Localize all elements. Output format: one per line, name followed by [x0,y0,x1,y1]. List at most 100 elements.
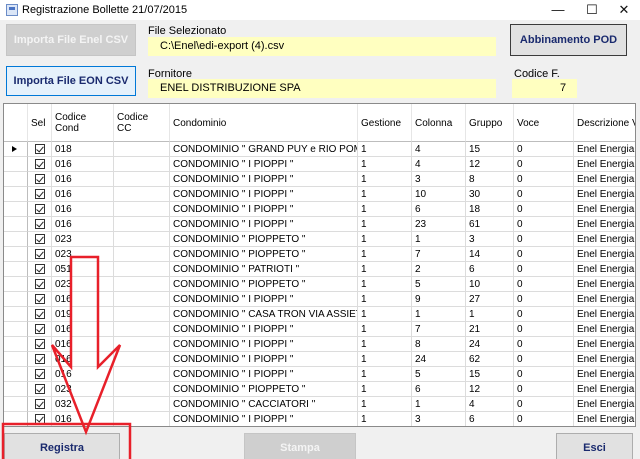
row-header[interactable] [4,142,28,157]
file-field[interactable]: C:\Enel\edi-export (4).csv [148,37,496,56]
close-button[interactable]: ✕ [608,0,640,20]
row-header[interactable] [4,367,28,382]
cell-grp[interactable]: 4 [466,397,514,412]
cell-col[interactable]: 1 [412,232,466,247]
row-header[interactable] [4,412,28,426]
sel-checkbox[interactable] [35,174,45,184]
cell-name[interactable]: CONDOMINIO " PIOPPETO " [170,232,358,247]
table-row[interactable]: 019 CONDOMINIO " CASA TRON VIA ASSIETTA 1… [4,307,635,322]
sel-checkbox[interactable] [35,189,45,199]
cell-col[interactable]: 9 [412,292,466,307]
table-row[interactable]: 016 CONDOMINIO " I PIOPPI " 1 10 30 0 Enel Ene… [4,187,635,202]
cell-grp[interactable]: 15 [466,367,514,382]
cell-voce[interactable]: 0 [514,277,574,292]
cell-voce[interactable]: 0 [514,232,574,247]
column-header-codice-cond[interactable]: Codice Cond [52,104,114,142]
cell-col[interactable]: 3 [412,172,466,187]
table-row[interactable]: 023 CONDOMINIO " PIOPPETO " 1 5 10 0 Enel Ener… [4,277,635,292]
table-row[interactable]: 023 CONDOMINIO " PIOPPETO " 1 7 14 0 Enel Ener… [4,247,635,262]
cell-desc[interactable]: Enel Energia S.p.A [574,397,635,412]
cell-voce[interactable]: 0 [514,187,574,202]
cell-cc[interactable] [114,217,170,232]
cell-grp[interactable]: 12 [466,157,514,172]
sel-cell[interactable] [28,157,52,172]
column-header-condominio[interactable]: Condominio [170,104,358,142]
cell-cond[interactable]: 016 [52,337,114,352]
column-header-colonna[interactable]: Colonna [412,104,466,142]
table-row[interactable]: 032 CONDOMINIO " CACCIATORI " 1 1 4 0 Enel Ene… [4,397,635,412]
cell-grp[interactable]: 8 [466,172,514,187]
cell-name[interactable]: CONDOMINIO " PIOPPETO " [170,382,358,397]
cell-name[interactable]: CONDOMINIO " CASA TRON VIA ASSIETTA 16" [170,307,358,322]
cell-cond[interactable]: 023 [52,232,114,247]
row-header[interactable] [4,382,28,397]
cell-cc[interactable] [114,262,170,277]
cell-cc[interactable] [114,187,170,202]
cell-cc[interactable] [114,322,170,337]
cell-desc[interactable]: Enel Energia S.p.A [574,382,635,397]
sel-cell[interactable] [28,337,52,352]
cell-col[interactable]: 5 [412,277,466,292]
sel-cell[interactable] [28,202,52,217]
sel-checkbox[interactable] [35,339,45,349]
cell-name[interactable]: CONDOMINIO " I PIOPPI " [170,292,358,307]
column-header-voce[interactable]: Voce [514,104,574,142]
cell-cc[interactable] [114,412,170,426]
cell-name[interactable]: CONDOMINIO " I PIOPPI " [170,412,358,426]
cell-desc[interactable]: Enel Energia S.p.A [574,337,635,352]
cell-col[interactable]: 10 [412,187,466,202]
cell-col[interactable]: 2 [412,262,466,277]
sel-cell[interactable] [28,322,52,337]
sel-cell[interactable] [28,292,52,307]
row-header[interactable] [4,217,28,232]
cell-cond[interactable]: 018 [52,142,114,157]
cell-grp[interactable]: 14 [466,247,514,262]
cell-voce[interactable]: 0 [514,202,574,217]
cell-desc[interactable]: Enel Energia S.p.A [574,367,635,382]
fornitore-field[interactable]: ENEL DISTRIBUZIONE SPA [148,79,496,98]
maximize-button[interactable]: ☐ [576,0,608,20]
cell-voce[interactable]: 0 [514,337,574,352]
cell-voce[interactable]: 0 [514,322,574,337]
cell-voce[interactable]: 0 [514,262,574,277]
cell-name[interactable]: CONDOMINIO " I PIOPPI " [170,352,358,367]
bollette-grid[interactable]: Sel Codice Cond Codice CC Condominio Gestion… [3,103,636,427]
cell-cond[interactable]: 023 [52,247,114,262]
cell-grp[interactable]: 24 [466,337,514,352]
import-eon-button[interactable]: Importa File EON CSV [6,66,136,96]
cell-grp[interactable]: 21 [466,322,514,337]
cell-grp[interactable]: 27 [466,292,514,307]
cell-voce[interactable]: 0 [514,352,574,367]
cell-voce[interactable]: 0 [514,247,574,262]
cell-cc[interactable] [114,337,170,352]
cell-voce[interactable]: 0 [514,367,574,382]
cell-cond[interactable]: 051 [52,262,114,277]
cell-gest[interactable]: 1 [358,262,412,277]
cell-gest[interactable]: 1 [358,202,412,217]
cell-gest[interactable]: 1 [358,277,412,292]
cell-cc[interactable] [114,172,170,187]
cell-gest[interactable]: 1 [358,292,412,307]
column-header-descrizione[interactable]: Descrizione Voce [574,104,635,142]
row-header[interactable] [4,322,28,337]
table-row[interactable]: 016 CONDOMINIO " I PIOPPI " 1 9 27 0 Enel Ener… [4,292,635,307]
cell-col[interactable]: 6 [412,382,466,397]
cell-cc[interactable] [114,367,170,382]
sel-checkbox[interactable] [35,384,45,394]
cell-col[interactable]: 23 [412,217,466,232]
cell-desc[interactable]: Enel Energia S.p.A [574,412,635,426]
sel-checkbox[interactable] [35,399,45,409]
cell-gest[interactable]: 1 [358,232,412,247]
cell-gest[interactable]: 1 [358,217,412,232]
cell-cc[interactable] [114,307,170,322]
cell-grp[interactable]: 15 [466,142,514,157]
table-row[interactable]: 016 CONDOMINIO " I PIOPPI " 1 6 18 0 Enel Ener… [4,202,635,217]
cell-name[interactable]: CONDOMINIO " I PIOPPI " [170,187,358,202]
import-enel-button[interactable]: Importa File Enel CSV [6,24,136,56]
cell-col[interactable]: 24 [412,352,466,367]
row-header[interactable] [4,247,28,262]
cell-grp[interactable]: 18 [466,202,514,217]
cell-col[interactable]: 1 [412,397,466,412]
cell-voce[interactable]: 0 [514,292,574,307]
cell-desc[interactable]: Enel Energia S.p.A [574,247,635,262]
